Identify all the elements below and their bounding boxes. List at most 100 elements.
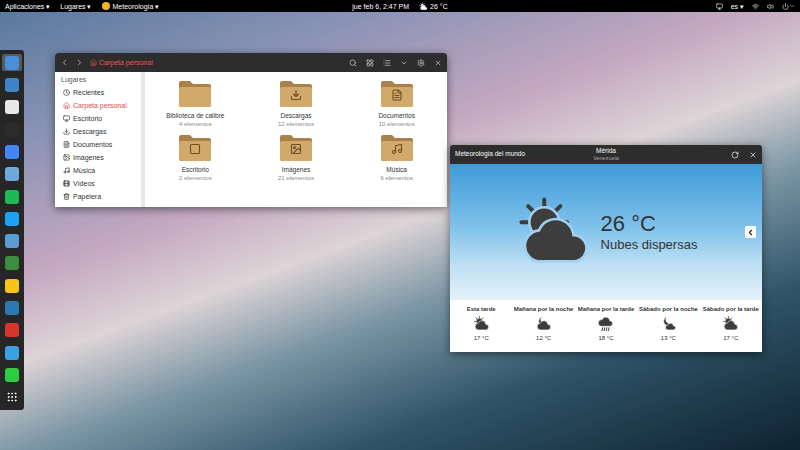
music-icon xyxy=(62,167,70,175)
power-icon[interactable] xyxy=(782,3,795,10)
dock-item[interactable] xyxy=(2,76,22,93)
trash-icon xyxy=(62,193,70,201)
volume-icon[interactable] xyxy=(767,3,774,10)
settings-button[interactable] xyxy=(417,59,425,67)
dock-item[interactable] xyxy=(2,54,22,71)
folder-icon xyxy=(178,80,212,108)
folder-name: Escritorio xyxy=(182,165,209,174)
scrollbar[interactable] xyxy=(141,72,145,207)
dock-item[interactable] xyxy=(2,322,22,339)
desktop-icon xyxy=(62,115,70,123)
dock-item[interactable] xyxy=(2,99,22,116)
downloads-icon xyxy=(62,128,70,136)
dock-item[interactable] xyxy=(2,255,22,272)
forward-button[interactable] xyxy=(75,58,84,67)
current-conditions: 26 °CNubes dispersas xyxy=(450,164,762,300)
sidebar-item[interactable]: Carpeta personal xyxy=(55,99,141,112)
dock xyxy=(0,50,24,410)
app-icon xyxy=(5,56,19,70)
sidebar-item[interactable]: Documentos xyxy=(55,138,141,151)
clock[interactable]: jue feb 6, 2:47 PM xyxy=(352,3,409,10)
folder-name: Descargas xyxy=(280,111,311,120)
app-icon xyxy=(5,190,19,204)
documents-icon xyxy=(62,141,70,149)
sidebar-item[interactable]: Escritorio xyxy=(55,112,141,125)
app-icon xyxy=(5,256,19,270)
forecast-strip: Esta tarde17 °CMañana por la noche12 °CM… xyxy=(450,300,762,352)
dock-item[interactable] xyxy=(2,143,22,160)
path-button[interactable]: Carpeta personal xyxy=(90,59,153,66)
dock-item[interactable] xyxy=(2,277,22,294)
weather-icon xyxy=(419,2,428,11)
forecast-item: Sábado por la noche13 °C xyxy=(637,300,699,352)
folder-item[interactable]: Documentos10 elementos xyxy=(346,80,447,128)
weather-icon xyxy=(722,315,739,332)
language-menu[interactable]: es ▾ xyxy=(731,3,744,10)
back-button[interactable] xyxy=(60,58,69,67)
folder-name: Música xyxy=(386,165,407,174)
city: Mérida xyxy=(596,147,616,155)
app-icon xyxy=(5,212,19,226)
folder-count: 21 elementos xyxy=(278,174,314,182)
sidebar-heading: Lugares xyxy=(55,72,141,86)
dock-item[interactable] xyxy=(2,121,22,138)
top-menu[interactable]: Aplicaciones ▾ xyxy=(5,3,50,10)
dock-item[interactable] xyxy=(2,344,22,361)
weather-icon xyxy=(660,315,677,332)
folder-item[interactable]: Biblioteca de calibre4 elementos xyxy=(145,80,246,128)
videos-icon xyxy=(62,180,70,188)
folder-item[interactable]: Música9 elementos xyxy=(346,134,447,182)
grid-icon xyxy=(6,391,18,403)
dock-item[interactable] xyxy=(2,366,22,383)
folder-item[interactable]: Escritorio2 elementos xyxy=(145,134,246,182)
network-icon[interactable] xyxy=(752,3,759,10)
weather-window[interactable]: Meteorología del mundoMéridaVenezuela26 … xyxy=(450,145,762,352)
app-icon xyxy=(5,167,19,181)
sidebar-item[interactable]: Música xyxy=(55,164,141,177)
forecast-item: Esta tarde17 °C xyxy=(450,300,512,352)
folder-count: 4 elementos xyxy=(179,120,212,128)
sidebar-item[interactable]: Vídeos xyxy=(55,177,141,190)
header-bar: Carpeta personal xyxy=(55,53,447,72)
show-apps-button[interactable] xyxy=(2,389,22,406)
dock-item[interactable] xyxy=(2,210,22,227)
top-menu[interactable]: Lugares ▾ xyxy=(60,3,91,10)
dock-item[interactable] xyxy=(2,299,22,316)
dock-item[interactable] xyxy=(2,188,22,205)
weather-app-icon xyxy=(102,2,110,10)
home-icon xyxy=(62,102,70,110)
folder-icon xyxy=(279,134,313,162)
view-menu-button[interactable] xyxy=(400,59,408,67)
display-icon[interactable] xyxy=(716,3,723,10)
refresh-button[interactable] xyxy=(731,151,739,159)
details-button[interactable] xyxy=(745,226,756,238)
dock-item[interactable] xyxy=(2,166,22,183)
close-button[interactable] xyxy=(434,59,442,67)
file-manager-window[interactable]: Carpeta personalLugaresRecientesCarpeta … xyxy=(55,53,447,207)
sidebar-item[interactable]: Recientes xyxy=(55,86,141,99)
sidebar-item[interactable]: Imágenes xyxy=(55,151,141,164)
folder-icon xyxy=(380,80,414,108)
forecast-temp: 12 °C xyxy=(536,334,551,342)
forecast-item: Sábado por la tarde17 °C xyxy=(700,300,762,352)
folder-item[interactable]: Imágenes21 elementos xyxy=(246,134,347,182)
folder-icon xyxy=(178,134,212,162)
dock-item[interactable] xyxy=(2,233,22,250)
forecast-label: Mañana por la noche xyxy=(514,305,574,313)
sidebar: LugaresRecientesCarpeta personalEscritor… xyxy=(55,72,141,207)
folder-name: Imágenes xyxy=(282,165,311,174)
list-button[interactable] xyxy=(383,59,391,67)
folder-item[interactable]: Descargas12 elementos xyxy=(246,80,347,128)
search-button[interactable] xyxy=(349,59,357,67)
app-menu[interactable]: Meteorología ▾ xyxy=(102,2,160,10)
weather-icon xyxy=(597,315,614,332)
view-button[interactable] xyxy=(366,59,374,67)
forecast-temp: 13 °C xyxy=(661,334,676,342)
top-weather[interactable]: 26 °C xyxy=(419,2,448,11)
forecast-temp: 17 °C xyxy=(723,334,738,342)
sidebar-item[interactable]: Descargas xyxy=(55,125,141,138)
current-temp: 26 °C xyxy=(601,211,698,237)
sidebar-item[interactable]: Papelera xyxy=(55,190,141,203)
app-icon xyxy=(5,346,19,360)
close-button[interactable] xyxy=(749,151,757,159)
